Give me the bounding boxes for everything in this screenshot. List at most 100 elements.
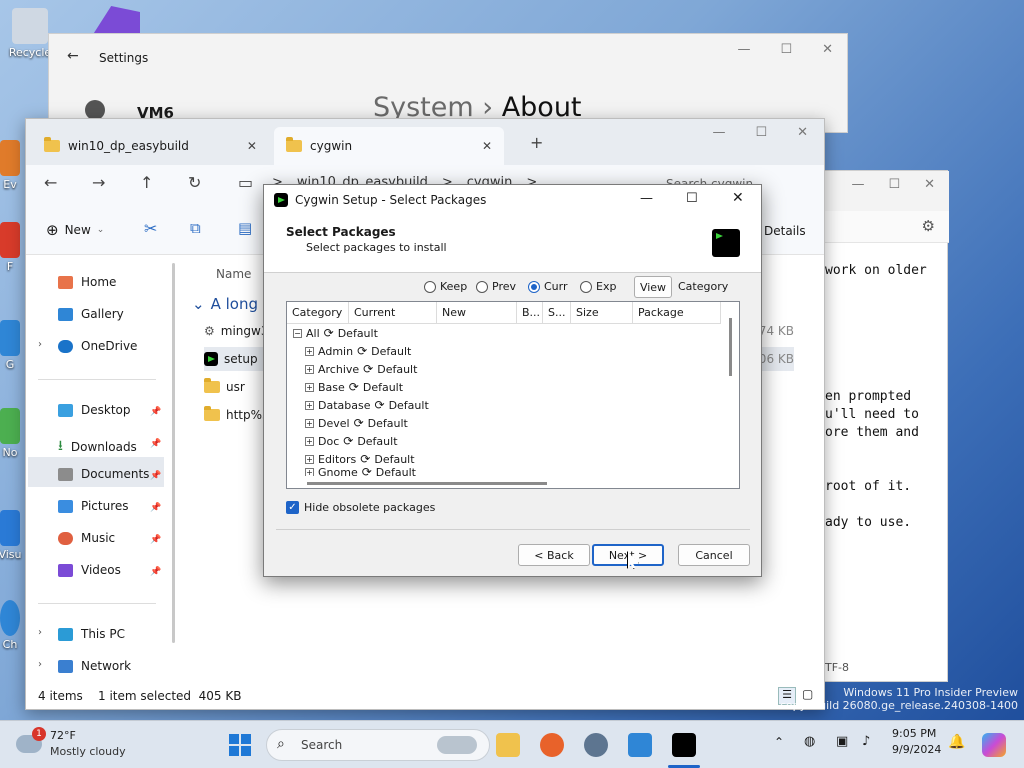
column-header-new[interactable]: New [437, 302, 517, 324]
up-arrow-icon[interactable]: ↑ [140, 173, 153, 192]
expand-icon[interactable]: + [305, 436, 314, 446]
back-arrow-icon[interactable]: ← [44, 173, 57, 192]
details-button[interactable]: Details [764, 224, 806, 238]
column-header-bin[interactable]: B... [517, 302, 543, 324]
minimize-icon[interactable]: — [712, 125, 725, 140]
sidebar-item-videos[interactable]: Videos [58, 563, 121, 577]
cycle-icon[interactable]: ⟳ [357, 344, 367, 358]
cygwin-icon[interactable] [672, 733, 696, 757]
tree-row[interactable]: + Archive ⟳ Default [305, 360, 739, 378]
display-icon[interactable]: ▣ [836, 734, 848, 749]
sidebar-item-this-pc[interactable]: This PC [58, 627, 125, 641]
sidebar-item-desktop[interactable]: Desktop [58, 403, 131, 417]
bell-icon[interactable]: 🔔 [948, 734, 965, 750]
paste-icon[interactable]: ▤ [238, 219, 252, 237]
close-icon[interactable]: ✕ [732, 190, 744, 206]
tree-row[interactable]: + Editors ⟳ Default [305, 450, 739, 468]
cycle-icon[interactable]: ⟳ [360, 452, 370, 466]
tree-row[interactable]: + Gnome ⟳ Default [305, 468, 739, 476]
close-icon[interactable]: ✕ [247, 139, 257, 153]
expand-icon[interactable]: + [305, 468, 314, 476]
radio-exp[interactable]: Exp [580, 280, 616, 293]
cycle-icon[interactable]: ⟳ [375, 398, 385, 412]
column-header-category[interactable]: Category [287, 302, 349, 324]
column-header-current[interactable]: Current [349, 302, 437, 324]
start-button[interactable] [228, 733, 252, 757]
radio-curr[interactable]: Curr [528, 280, 568, 293]
close-icon[interactable]: ✕ [822, 42, 833, 57]
minimize-icon[interactable]: — [640, 191, 653, 206]
cycle-icon[interactable]: ⟳ [363, 362, 373, 376]
file-explorer-icon[interactable] [496, 733, 520, 757]
sidebar-item-music[interactable]: Music [58, 531, 115, 545]
gear-icon[interactable]: ⚙ [922, 217, 935, 235]
expand-icon[interactable]: + [305, 346, 314, 356]
cycle-icon[interactable]: ⟳ [343, 434, 353, 448]
network-icon[interactable]: ◍ [804, 734, 815, 749]
cut-icon[interactable]: ✂ [144, 219, 157, 238]
cycle-icon[interactable]: ⟳ [354, 416, 364, 430]
cycle-icon[interactable]: ⟳ [324, 326, 334, 340]
pin-icon[interactable]: 📌 [150, 503, 161, 513]
pin-icon[interactable]: 📌 [150, 439, 161, 449]
minimize-icon[interactable]: — [851, 177, 864, 192]
chevron-right-icon[interactable]: › [38, 659, 42, 670]
tree-row[interactable]: + Devel ⟳ Default [305, 414, 739, 432]
hide-obsolete-checkbox[interactable]: ✓ Hide obsolete packages [286, 501, 435, 514]
group-header[interactable]: ⌄ A long ti [192, 295, 273, 313]
tree-row[interactable]: + Admin ⟳ Default [305, 342, 739, 360]
pin-icon[interactable]: 📌 [150, 567, 161, 577]
weather-widget[interactable]: 1 72°F Mostly cloudy [16, 727, 146, 763]
notepad-icon[interactable] [628, 733, 652, 757]
chevron-right-icon[interactable]: › [38, 339, 42, 350]
close-icon[interactable]: ✕ [924, 177, 935, 192]
pin-icon[interactable]: 📌 [150, 407, 161, 417]
taskbar-search[interactable]: ⌕ Search [266, 729, 490, 761]
pin-icon[interactable]: 📌 [150, 471, 161, 481]
chevron-right-icon[interactable]: › [38, 627, 42, 638]
cycle-icon[interactable]: ⟳ [349, 380, 359, 394]
tab-cygwin[interactable]: cygwin ✕ [274, 127, 504, 165]
horizontal-scrollbar[interactable] [307, 482, 547, 485]
minimize-icon[interactable]: — [737, 42, 750, 57]
cancel-button[interactable]: Cancel [678, 544, 750, 566]
maximize-icon[interactable]: ☐ [686, 191, 698, 206]
sidebar-item-documents[interactable]: Documents [58, 467, 149, 481]
pin-icon[interactable]: 📌 [150, 535, 161, 545]
column-header-src[interactable]: S... [543, 302, 571, 324]
sidebar-scrollbar[interactable] [172, 263, 175, 643]
copilot-icon[interactable] [982, 733, 1006, 757]
sidebar-item-downloads[interactable]: ⭳ Downloads [58, 435, 137, 459]
expand-icon[interactable]: + [305, 454, 314, 464]
column-header-name[interactable]: Name [216, 267, 251, 281]
radio-prev[interactable]: Prev [476, 280, 516, 293]
close-icon[interactable]: ✕ [482, 139, 492, 153]
chevron-up-icon[interactable]: ⌃ [774, 735, 784, 749]
forward-arrow-icon[interactable]: → [92, 173, 105, 192]
new-button[interactable]: ⊕ New ⌄ [46, 221, 104, 239]
clock-time[interactable]: 9:05 PM [892, 727, 936, 740]
copy-icon[interactable]: ⧉ [190, 219, 201, 237]
tree-row-all[interactable]: − All ⟳ Default [293, 324, 733, 342]
maximize-icon[interactable]: ☐ [780, 42, 792, 57]
tree-row[interactable]: + Base ⟳ Default [305, 378, 739, 396]
column-header-size[interactable]: Size [571, 302, 633, 324]
back-arrow-icon[interactable]: ← [67, 48, 79, 64]
sidebar-item-home[interactable]: Home [58, 275, 116, 289]
collapse-icon[interactable]: − [293, 328, 302, 338]
back-button[interactable]: < Back [518, 544, 590, 566]
speaker-icon[interactable]: ♪ [862, 734, 870, 749]
maximize-icon[interactable]: ☐ [755, 125, 767, 140]
column-header-package[interactable]: Package [633, 302, 721, 324]
sidebar-item-network[interactable]: Network [58, 659, 131, 673]
tree-row[interactable]: + Database ⟳ Default [305, 396, 739, 414]
tree-row[interactable]: + Doc ⟳ Default [305, 432, 739, 450]
cycle-icon[interactable]: ⟳ [362, 468, 372, 476]
expand-icon[interactable]: + [305, 382, 314, 392]
sidebar-item-gallery[interactable]: Gallery [58, 307, 124, 321]
view-button[interactable]: View [634, 276, 672, 298]
expand-icon[interactable]: + [305, 400, 314, 410]
radio-keep[interactable]: Keep [424, 280, 467, 293]
sidebar-item-onedrive[interactable]: OneDrive [58, 339, 137, 353]
sidebar-item-pictures[interactable]: Pictures [58, 499, 129, 513]
